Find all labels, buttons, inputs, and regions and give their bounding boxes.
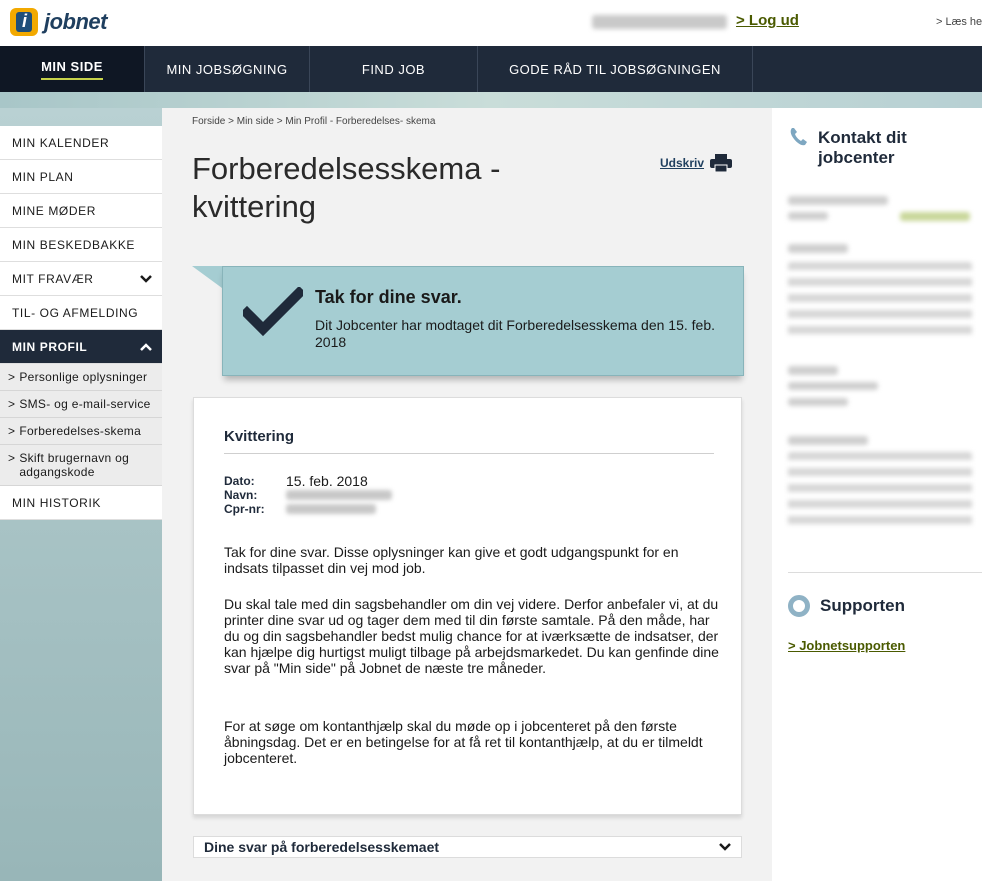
sidebar-item-label: MIN PROFIL xyxy=(12,339,88,354)
date-row: Dato: 15. feb. 2018 xyxy=(224,473,392,489)
hours2-title-blurred xyxy=(788,436,868,445)
print-button[interactable]: Udskriv xyxy=(660,154,733,172)
sidebar-sub-personlige[interactable]: > Personlige oplysninger xyxy=(0,364,162,391)
nav-gode-raad[interactable]: GODE RÅD TIL JOBSØGNINGEN xyxy=(478,46,753,92)
sidebar-item-plan[interactable]: MIN PLAN xyxy=(0,160,162,194)
cpr-label: Cpr-nr: xyxy=(224,502,265,516)
nav-label: GODE RÅD TIL JOBSØGNINGEN xyxy=(509,61,721,77)
receipt-fields: Dato: 15. feb. 2018 Navn: Cpr-nr: xyxy=(224,473,392,516)
sidebar-item-label: MIN PLAN xyxy=(12,169,74,184)
cpr-value-blurred xyxy=(286,504,376,514)
cpr-row: Cpr-nr: xyxy=(224,502,392,516)
logout-link[interactable]: > Log ud xyxy=(736,12,799,29)
sidebar-item-kalender[interactable]: MIN KALENDER xyxy=(0,126,162,160)
sidebar-item-label: MIN HISTORIK xyxy=(12,495,101,510)
sidebar-item-afmelding[interactable]: TIL- OG AFMELDING xyxy=(0,296,162,330)
main-content: Forside > Min side > Min Profil - Forber… xyxy=(162,108,772,881)
confirmation-box: Tak for dine svar. Dit Jobcenter har mod… xyxy=(222,266,744,376)
sidebar-sub-label: Personlige oplysninger xyxy=(19,370,148,384)
sidebar-item-label: TIL- OG AFMELDING xyxy=(12,305,139,320)
name-row: Navn: xyxy=(224,488,392,502)
support-title: Supporten xyxy=(820,596,905,615)
sidebar-sub-label: Forberedelses-skema xyxy=(19,424,142,438)
contact-title: Kontakt dit jobcenter xyxy=(818,128,907,167)
chevron-up-icon xyxy=(140,342,152,351)
phone-icon xyxy=(790,128,807,146)
date-label: Dato: xyxy=(224,474,255,488)
opening-hours-blurred xyxy=(788,262,972,342)
receipt-title: Kvittering xyxy=(224,428,714,454)
sidebar: MIN KALENDER MIN PLAN MINE MØDER MIN BES… xyxy=(0,108,162,881)
main-nav: MIN SIDE MIN JOBSØGNING FIND JOB GODE RÅ… xyxy=(0,46,982,92)
sidebar-item-label: MIN BESKEDBAKKE xyxy=(12,237,136,252)
answers-accordion[interactable]: Dine svar på forberedelsesskemaet xyxy=(193,836,742,858)
chevron-down-icon xyxy=(719,843,731,851)
user-name-blurred xyxy=(592,15,727,29)
jobcenter-name-blurred xyxy=(788,196,888,205)
header-band xyxy=(0,92,982,108)
printer-icon xyxy=(710,154,733,172)
receipt-card: Kvittering Dato: 15. feb. 2018 Navn: Cpr… xyxy=(193,397,742,815)
top-bar: i jobnet > Log ud > Læs he xyxy=(0,0,982,46)
right-column: Kontakt dit jobcenter Supporten > Jobnet… xyxy=(772,108,982,881)
jobnet-logo[interactable]: i jobnet xyxy=(10,8,108,36)
read-more-link[interactable]: > Læs he xyxy=(936,16,982,28)
confirmation-text: Dit Jobcenter har modtaget dit Forberede… xyxy=(315,317,715,350)
page-title: Forberedelsesskema - kvittering xyxy=(192,151,501,224)
sidebar-item-beskedbakke[interactable]: MIN BESKEDBAKKE xyxy=(0,228,162,262)
sidebar-item-fravaer[interactable]: MIT FRAVÆR xyxy=(0,262,162,296)
date-value: 15. feb. 2018 xyxy=(286,473,368,489)
sidebar-sub-label: Skift brugernavn og adgangskode xyxy=(19,451,130,479)
name-label: Navn: xyxy=(224,488,258,502)
name-value-blurred xyxy=(286,490,392,500)
nav-min-jobsoegning[interactable]: MIN JOBSØGNING xyxy=(145,46,310,92)
accordion-label: Dine svar på forberedelsesskemaet xyxy=(204,839,440,855)
sidebar-sub-forberedelse[interactable]: > Forberedelses-skema xyxy=(0,418,162,445)
chevron-down-icon xyxy=(140,274,152,283)
side-menu: MIN KALENDER MIN PLAN MINE MØDER MIN BES… xyxy=(0,126,162,520)
phone-number-blurred xyxy=(900,212,970,221)
hours-title-blurred xyxy=(788,244,848,253)
logo-badge-icon: i xyxy=(10,8,38,36)
receipt-paragraph: For at søge om kontanthjælp skal du møde… xyxy=(224,718,703,766)
nav-find-job[interactable]: FIND JOB xyxy=(310,46,478,92)
sidebar-item-moeder[interactable]: MINE MØDER xyxy=(0,194,162,228)
nav-label: MIN SIDE xyxy=(41,59,103,80)
sidebar-item-profil[interactable]: MIN PROFIL xyxy=(0,330,162,364)
hours2-blurred xyxy=(788,452,972,532)
print-label: Udskriv xyxy=(660,156,705,170)
sidebar-sub-adgangskode[interactable]: > Skift brugernavn og adgangskode xyxy=(0,445,162,486)
nav-min-side[interactable]: MIN SIDE xyxy=(0,46,145,92)
receipt-paragraph: Du skal tale med din sagsbehandler om di… xyxy=(224,596,719,676)
address-line1-blurred xyxy=(788,382,878,390)
sidebar-sub-sms[interactable]: > SMS- og e-mail-service xyxy=(0,391,162,418)
checkmark-icon xyxy=(243,287,303,337)
ack-tail xyxy=(192,266,222,288)
nav-label: MIN JOBSØGNING xyxy=(166,61,288,77)
sidebar-item-label: MIT FRAVÆR xyxy=(12,271,94,286)
confirmation-title: Tak for dine svar. xyxy=(315,287,462,307)
address-line2-blurred xyxy=(788,398,848,406)
sidebar-item-label: MIN KALENDER xyxy=(12,135,110,150)
sidebar-sub-label: SMS- og e-mail-service xyxy=(19,397,151,411)
lifebuoy-icon xyxy=(788,595,810,617)
receipt-paragraph: Tak for dine svar. Disse oplysninger kan… xyxy=(224,544,679,576)
sidebar-item-historik[interactable]: MIN HISTORIK xyxy=(0,486,162,520)
sidebar-item-label: MINE MØDER xyxy=(12,203,96,218)
breadcrumb: Forside > Min side > Min Profil - Forber… xyxy=(192,116,436,127)
logo-text: jobnet xyxy=(44,9,108,34)
phone-label-blurred xyxy=(788,212,828,220)
support-link[interactable]: > Jobnetsupporten xyxy=(788,638,905,653)
nav-label: FIND JOB xyxy=(361,61,426,77)
right-divider xyxy=(788,572,982,573)
address-title-blurred xyxy=(788,366,838,375)
